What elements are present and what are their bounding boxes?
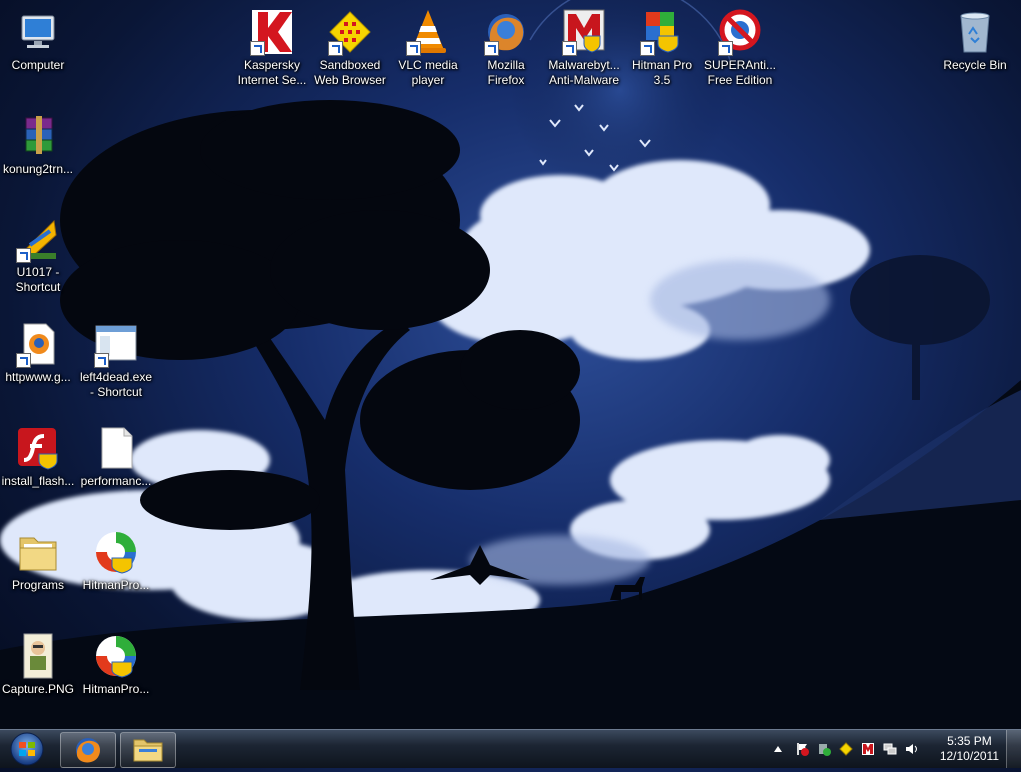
shortcut-arrow-icon [406,41,421,56]
security-shield-icon[interactable] [817,742,831,756]
desktop-icon-hitmanpro-2[interactable]: HitmanPro... [78,632,154,697]
shortcut-arrow-icon [718,41,733,56]
desktop-icon-label: httpwww.g... [5,370,71,384]
exe-window-icon [92,320,140,368]
superantispyware-icon [716,8,764,56]
desktop-icon-performance[interactable]: performanc... [78,424,154,489]
firefox-taskbar-button[interactable] [60,732,116,768]
game-shortcut-icon [14,215,62,263]
explorer-taskbar-button[interactable] [120,732,176,768]
vlc-icon [404,8,452,56]
firefox-icon [482,8,530,56]
hitmanpro35-icon [638,8,686,56]
desktop-icon-capture-png[interactable]: Capture.PNG [0,632,76,697]
shortcut-arrow-icon [250,41,265,56]
recycle-bin-icon [951,8,999,56]
desktop-icon-install-flash[interactable]: install_flash... [0,424,76,489]
desktop-icon-recycle-bin[interactable]: Recycle Bin [937,8,1013,73]
show-hidden-icons[interactable] [771,742,785,756]
desktop-icon-label: HitmanPro... [82,682,150,696]
yellow-diamond-icon[interactable] [839,742,853,756]
shortcut-arrow-icon [16,353,31,368]
shortcut-arrow-icon [562,41,577,56]
desktop-icon-label: Sandboxed Web Browser [314,58,386,87]
malwarebytes-tray-icon[interactable] [861,742,875,756]
hitmanpro-icon [92,528,140,576]
desktop-icon-label: Capture.PNG [1,682,75,696]
shortcut-arrow-icon [16,248,31,263]
system-clock[interactable]: 5:35 PM 12/10/2011 [940,734,999,764]
network-icon[interactable] [883,742,897,756]
desktop-icon-malwarebytes[interactable]: Malwarebyt... Anti-Malware [546,8,622,88]
computer-icon [14,8,62,56]
hitmanpro-icon [92,632,140,680]
desktop-icon-firefox[interactable]: Mozilla Firefox [468,8,544,88]
desktop-icon-label: Computer [11,58,65,72]
desktop-icon-label: U1017 - Shortcut [15,265,61,294]
flash-installer-icon [14,424,62,472]
desktop-icon-programs[interactable]: Programs [0,528,76,593]
taskbar: 5:35 PM 12/10/2011 [0,729,1021,768]
clock-date: 12/10/2011 [939,749,999,763]
clock-time: 5:35 PM [947,734,992,748]
desktop-icon-superantispyware[interactable]: SUPERAnti... Free Edition [702,8,778,88]
png-image-icon [14,632,62,680]
desktop-icon-httpwww[interactable]: httpwww.g... [0,320,76,385]
desktop-icon-label: Recycle Bin [943,58,1007,72]
desktop-icon-label: Programs [11,578,64,592]
desktop-icon-label: Malwarebyt... Anti-Malware [548,58,620,87]
start-orb-icon [10,732,44,766]
desktop-icon-label: VLC media player [398,58,458,87]
show-desktop-button[interactable] [1006,730,1021,768]
sandboxed-browser-icon [326,8,374,56]
firefox-doc-icon [14,320,62,368]
folder-icon [133,739,163,762]
desktop-icon-hitmanpro35[interactable]: Hitman Pro 3.5 [624,8,700,88]
desktop-icon-sandboxed-browser[interactable]: Sandboxed Web Browser [312,8,388,88]
shortcut-arrow-icon [328,41,343,56]
desktop-icon-label: SUPERAnti... Free Edition [703,58,777,87]
volume-icon[interactable] [905,742,919,756]
desktop-icon-label: left4dead.exe - Shortcut [79,370,153,399]
desktop-icon-label: HitmanPro... [82,578,150,592]
desktop-icon-computer[interactable]: Computer [0,8,76,73]
winrar-icon [14,112,62,160]
desktop-icon-label: Kaspersky Internet Se... [237,58,307,87]
firefox-icon [76,738,100,763]
start-button[interactable] [4,731,50,767]
notification-area: 5:35 PM 12/10/2011 [761,730,1021,768]
desktop-icon-label: performanc... [80,474,152,488]
shortcut-arrow-icon [94,353,109,368]
desktop-icon-label: install_flash... [1,474,75,488]
deer-silhouette [610,577,645,600]
desktop-icon-label: Mozilla Firefox [487,58,525,87]
desktop-icon-label: konung2trn... [2,162,74,176]
blank-file-icon [92,424,140,472]
action-center-icon[interactable] [795,742,809,756]
malwarebytes-icon [560,8,608,56]
desktop-icon-vlc[interactable]: VLC media player [390,8,466,88]
desktop-icon-label: Hitman Pro 3.5 [631,58,693,87]
desktop-icon-hitmanpro-1[interactable]: HitmanPro... [78,528,154,593]
kaspersky-icon [248,8,296,56]
shortcut-arrow-icon [640,41,655,56]
desktop-icon-konung2trn[interactable]: konung2trn... [0,112,76,177]
shortcut-arrow-icon [484,41,499,56]
folder-icon [14,528,62,576]
desktop-icon-kaspersky[interactable]: Kaspersky Internet Se... [234,8,310,88]
desktop-icon-u1017[interactable]: U1017 - Shortcut [0,215,76,295]
desktop-icon-left4dead[interactable]: left4dead.exe - Shortcut [78,320,154,400]
